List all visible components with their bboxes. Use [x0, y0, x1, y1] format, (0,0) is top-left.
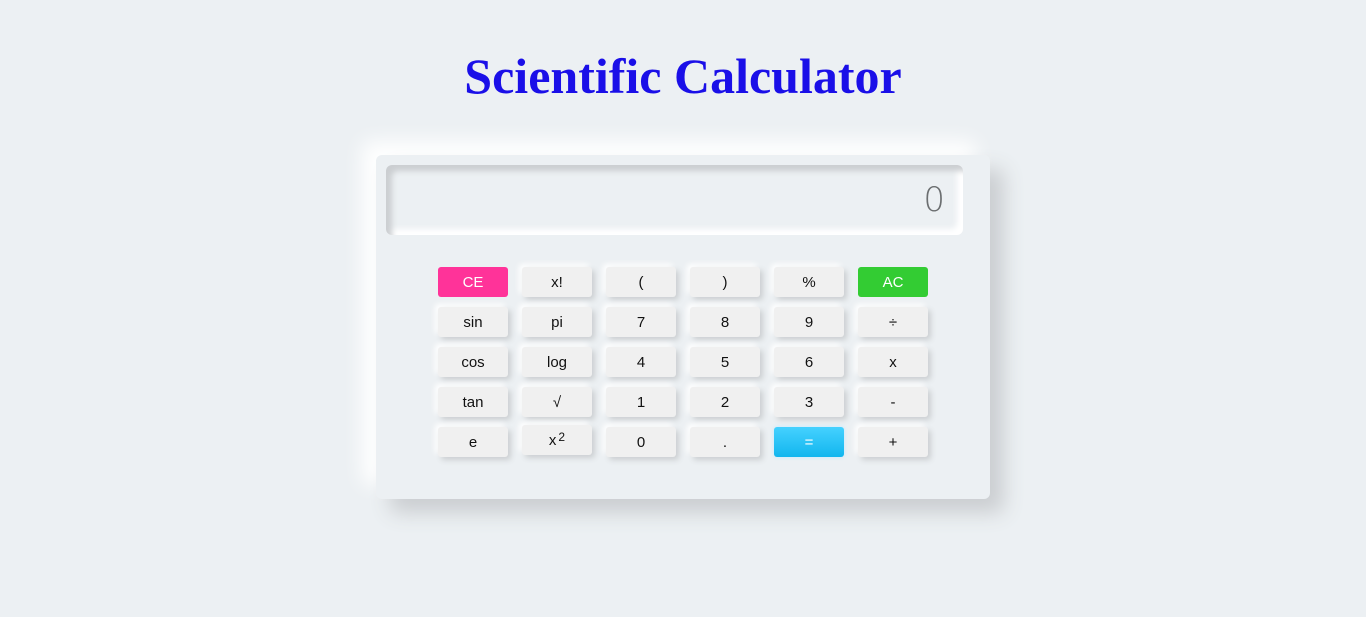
- cos-button[interactable]: cos: [438, 347, 508, 377]
- pi-button[interactable]: pi: [522, 307, 592, 337]
- multiply-button[interactable]: x: [858, 347, 928, 377]
- page-title: Scientific Calculator: [464, 48, 902, 104]
- close-paren-button[interactable]: ): [690, 267, 760, 297]
- digit-7-button[interactable]: 7: [606, 307, 676, 337]
- e-button[interactable]: e: [438, 427, 508, 457]
- tan-button[interactable]: tan: [438, 387, 508, 417]
- log-button[interactable]: log: [522, 347, 592, 377]
- divide-button[interactable]: ÷: [858, 307, 928, 337]
- decimal-button[interactable]: .: [690, 427, 760, 457]
- calculator: CE x! ( ) % AC sin pi 7 8 9 ÷ cos log 4 …: [376, 155, 990, 499]
- digit-0-button[interactable]: 0: [606, 427, 676, 457]
- all-clear-button[interactable]: AC: [858, 267, 928, 297]
- factorial-button[interactable]: x!: [522, 267, 592, 297]
- plus-button[interactable]: +: [858, 427, 928, 457]
- digit-6-button[interactable]: 6: [774, 347, 844, 377]
- display-input[interactable]: [445, 181, 945, 219]
- percent-button[interactable]: %: [774, 267, 844, 297]
- digit-3-button[interactable]: 3: [774, 387, 844, 417]
- keypad: CE x! ( ) % AC sin pi 7 8 9 ÷ cos log 4 …: [438, 267, 928, 457]
- clear-entry-button[interactable]: CE: [438, 267, 508, 297]
- sin-button[interactable]: sin: [438, 307, 508, 337]
- equals-button[interactable]: =: [774, 427, 844, 457]
- digit-1-button[interactable]: 1: [606, 387, 676, 417]
- open-paren-button[interactable]: (: [606, 267, 676, 297]
- sqrt-button[interactable]: √: [522, 387, 592, 417]
- minus-button[interactable]: -: [858, 387, 928, 417]
- square-button[interactable]: x2: [522, 425, 592, 455]
- digit-2-button[interactable]: 2: [690, 387, 760, 417]
- display-panel: [386, 165, 963, 235]
- square-exponent: 2: [558, 430, 566, 444]
- digit-9-button[interactable]: 9: [774, 307, 844, 337]
- digit-8-button[interactable]: 8: [690, 307, 760, 337]
- digit-5-button[interactable]: 5: [690, 347, 760, 377]
- square-base: x: [548, 431, 557, 449]
- digit-4-button[interactable]: 4: [606, 347, 676, 377]
